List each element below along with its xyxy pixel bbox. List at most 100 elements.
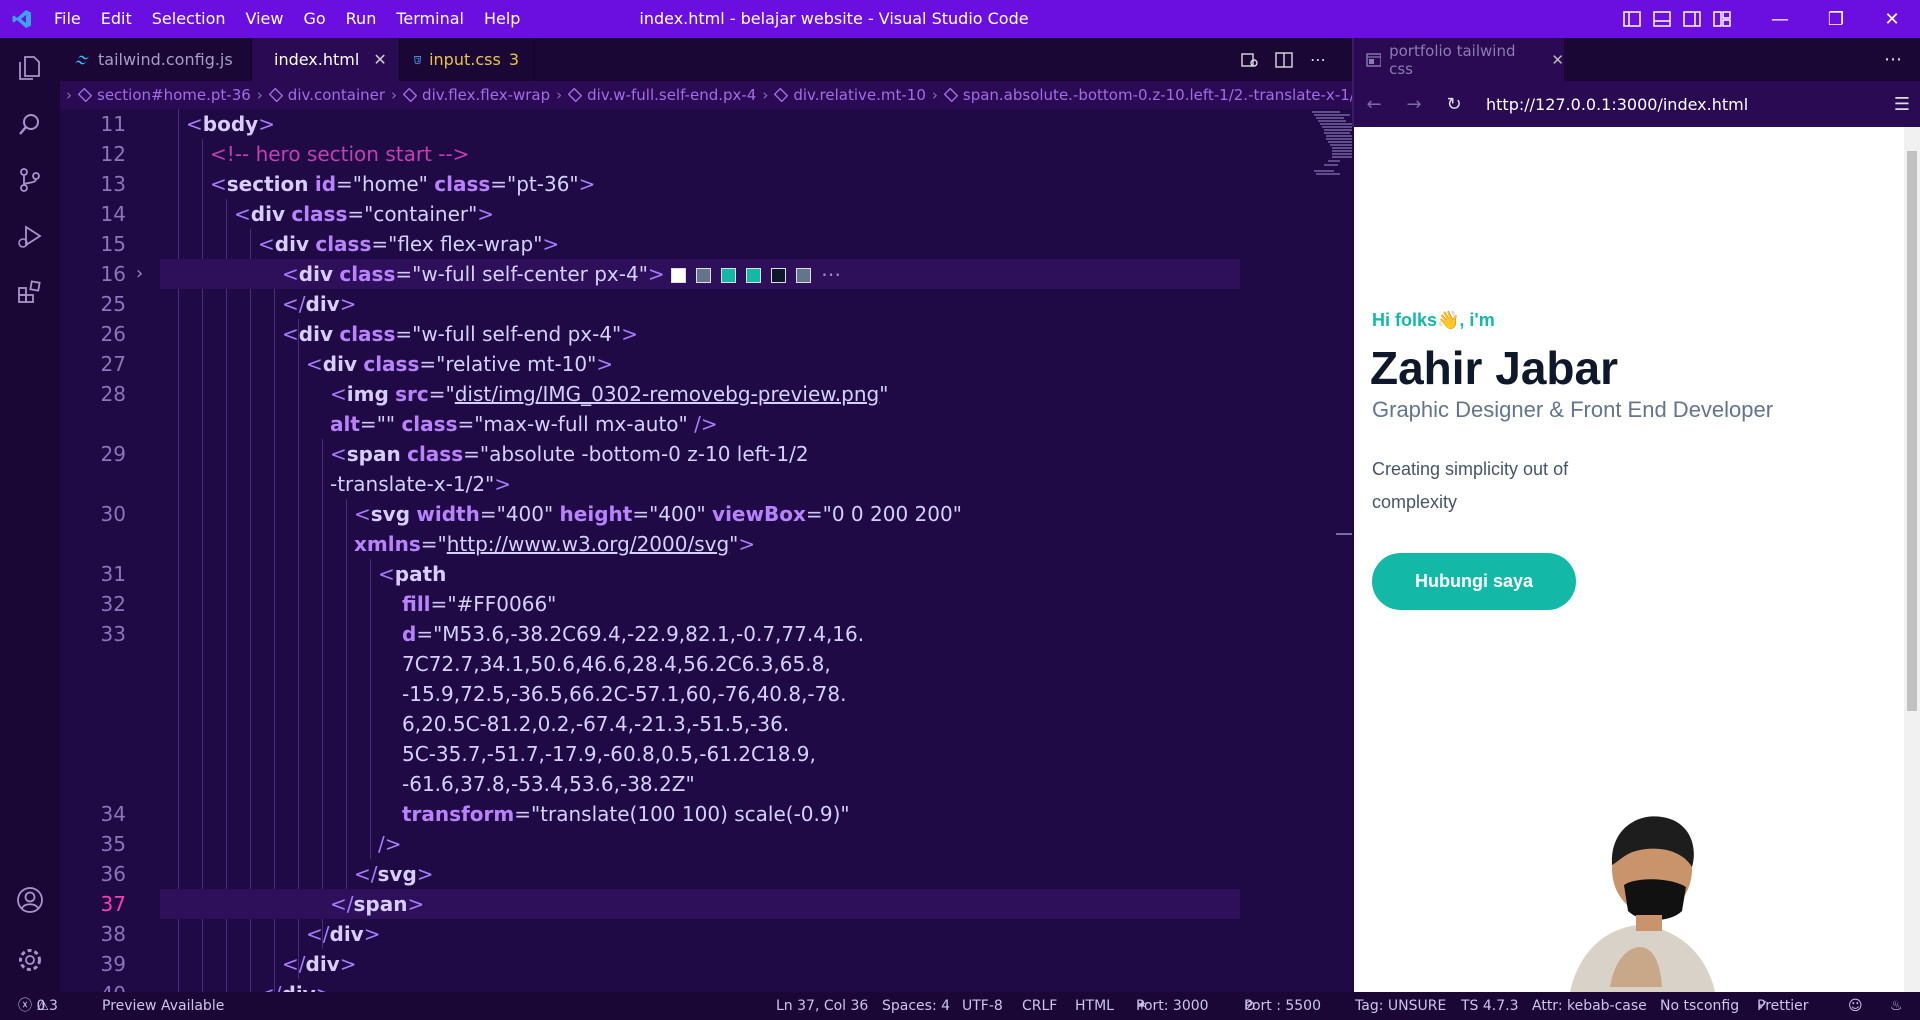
code-text: alt="" class="max-w-full mx-auto" /> <box>330 412 718 436</box>
breadcrumb-item[interactable]: div.relative.mt-10 <box>774 86 926 104</box>
menu-go[interactable]: Go <box>293 0 335 38</box>
menu-help[interactable]: Help <box>474 0 530 38</box>
color-swatch[interactable] <box>671 268 687 283</box>
code-text: </div> <box>282 952 357 976</box>
menu-selection[interactable]: Selection <box>142 0 236 38</box>
preview-address-bar: ← → ↻ http://127.0.0.1:3000/index.html ☰ <box>1352 81 1920 127</box>
tag-casing[interactable]: Tag: UNSURE <box>1355 992 1446 1020</box>
explorer-icon[interactable] <box>0 40 60 96</box>
minimap[interactable] <box>1310 109 1352 199</box>
tailwind-icon <box>75 55 89 64</box>
element-icon <box>78 88 92 102</box>
typescript-version[interactable]: TS 4.7.3 <box>1461 992 1519 1020</box>
code-text: 6,20.5C-81.2,0.2,-67.4,-21.3,-51.5,-36. <box>402 712 790 736</box>
forward-arrow-icon[interactable]: → <box>1394 94 1434 115</box>
code-line-wrap: 7C72.7,34.1,50.6,46.6,28.4,56.2C6.3,65.8… <box>60 649 1240 679</box>
color-swatch[interactable] <box>746 268 762 283</box>
indentation[interactable]: Spaces: 4 <box>882 992 950 1020</box>
code-line: 27 <div class="relative mt-10"> <box>60 349 1240 379</box>
code-text: transform="translate(100 100) scale(-0.9… <box>402 802 850 826</box>
menu-terminal[interactable]: Terminal <box>386 0 474 38</box>
breadcrumb-separator-icon: › <box>391 86 398 104</box>
toggle-primary-sidebar-icon[interactable] <box>1620 7 1644 31</box>
open-preview-icon[interactable] <box>1240 50 1260 70</box>
breadcrumb-separator-icon: › <box>931 86 938 104</box>
code-text: <div class="w-full self-center px-4"> ⋯ <box>282 262 842 286</box>
line-number: 13 <box>100 172 126 196</box>
code-line: 33 d="M53.6,-38.2C69.4,-22.9,82.1,-0.7,7… <box>60 619 1240 649</box>
error-count: 0 <box>36 998 46 1014</box>
color-swatch[interactable] <box>721 268 737 283</box>
breadcrumb-item[interactable]: div.w-full.self-end.px-4 <box>568 86 756 104</box>
source-control-icon[interactable] <box>0 152 60 208</box>
tab-input-css[interactable]: input.css 3 <box>400 38 534 81</box>
code-editor[interactable]: 11 <body> 12 <!-- hero section start -->… <box>60 109 1352 992</box>
menu-edit[interactable]: Edit <box>91 0 142 38</box>
notifications-bell-icon[interactable]: ♨ <box>1890 992 1903 1020</box>
color-swatch[interactable] <box>771 268 787 283</box>
breadcrumb-item[interactable]: div.container <box>268 86 385 104</box>
toggle-panel-icon[interactable] <box>1650 7 1674 31</box>
menu-view[interactable]: View <box>236 0 294 38</box>
menu-run[interactable]: Run <box>336 0 387 38</box>
line-number: 40 <box>60 979 126 992</box>
tab-portfolio-preview[interactable]: portfolio tailwind css ✕ <box>1354 38 1564 81</box>
attr-casing[interactable]: Attr: kebab-case <box>1532 992 1647 1020</box>
line-number: 39 <box>100 952 126 976</box>
preview-scrollbar[interactable] <box>1904 127 1920 992</box>
tsconfig-status[interactable]: No tsconfig <box>1660 992 1739 1020</box>
tab-tailwind-config[interactable]: tailwind.config.js <box>60 38 252 81</box>
breadcrumb-item[interactable]: div.flex.flex-wrap <box>403 86 550 104</box>
reload-icon[interactable]: ↻ <box>1434 94 1474 115</box>
problem-count-badge: 3 <box>508 50 519 69</box>
accounts-icon[interactable] <box>0 872 60 928</box>
color-swatch[interactable] <box>696 268 712 283</box>
menu-file[interactable]: File <box>44 0 91 38</box>
code-line: 31 <path <box>60 559 1240 589</box>
feedback-icon[interactable]: ☺ <box>1848 992 1863 1020</box>
close-preview-tab-icon[interactable]: ✕ <box>1551 51 1564 69</box>
code-line: 29 <span class="absolute -bottom-0 z-10 … <box>60 439 1240 469</box>
breadcrumb-item[interactable]: section#home.pt-36 <box>78 86 251 104</box>
breadcrumb-separator-icon: › <box>256 86 263 104</box>
customize-layout-icon[interactable] <box>1710 7 1734 31</box>
folded-ellipsis-icon[interactable]: ⋯ <box>821 262 841 286</box>
breadcrumb-separator-icon: › <box>66 86 72 104</box>
minimize-icon[interactable]: — <box>1752 0 1808 38</box>
language-mode[interactable]: HTML <box>1075 992 1114 1020</box>
hero-greeting: Hi folks👋, i'm <box>1372 310 1495 330</box>
search-icon[interactable] <box>0 96 60 152</box>
menu-icon[interactable]: ☰ <box>1894 94 1910 115</box>
restore-icon[interactable]: ❐ <box>1808 0 1864 38</box>
fold-chevron-icon[interactable]: › <box>136 259 143 289</box>
back-arrow-icon[interactable]: ← <box>1354 94 1394 115</box>
more-actions-icon[interactable]: ⋯ <box>1884 38 1902 81</box>
code-line-wrap: 6,20.5C-81.2,0.2,-67.4,-21.3,-51.5,-36. <box>60 709 1240 739</box>
more-actions-icon[interactable]: ⋯ <box>1308 50 1328 70</box>
url-field[interactable]: http://127.0.0.1:3000/index.html <box>1486 95 1748 114</box>
tab-index-html[interactable]: index.html ✕ <box>252 38 400 81</box>
extensions-icon[interactable] <box>0 264 60 320</box>
problems-indicator[interactable]: ⓧ 0 ⚠ 3 <box>18 992 58 1020</box>
code-line-wrap: 5C-35.7,-51.7,-17.9,-60.8,0.5,-61.2C18.9… <box>60 739 1240 769</box>
encoding[interactable]: UTF-8 <box>962 992 1003 1020</box>
preview-available[interactable]: Preview Available <box>102 992 224 1020</box>
close-window-icon[interactable]: ✕ <box>1864 0 1920 38</box>
line-number: 31 <box>100 562 126 586</box>
split-editor-icon[interactable] <box>1274 50 1294 70</box>
close-tab-icon[interactable]: ✕ <box>373 50 386 69</box>
scrollbar-thumb[interactable] <box>1907 151 1917 711</box>
color-swatch[interactable] <box>796 268 812 283</box>
code-text: </span> <box>330 892 425 916</box>
port-label: Port : 5500 <box>1244 998 1321 1014</box>
line-ending[interactable]: CRLF <box>1022 992 1057 1020</box>
contact-button[interactable]: Hubungi saya <box>1372 553 1576 610</box>
preview-icon <box>1366 52 1382 67</box>
line-number: 27 <box>100 352 126 376</box>
toggle-secondary-sidebar-icon[interactable] <box>1680 7 1704 31</box>
cursor-position[interactable]: Ln 37, Col 36 <box>776 992 868 1020</box>
breadcrumb-item[interactable]: span.absolute.-bottom-0.z-10.left-1/2.-t… <box>943 86 1352 104</box>
window-controls: — ❐ ✕ <box>1752 0 1920 38</box>
settings-gear-icon[interactable] <box>0 932 60 988</box>
run-debug-icon[interactable] <box>0 208 60 264</box>
